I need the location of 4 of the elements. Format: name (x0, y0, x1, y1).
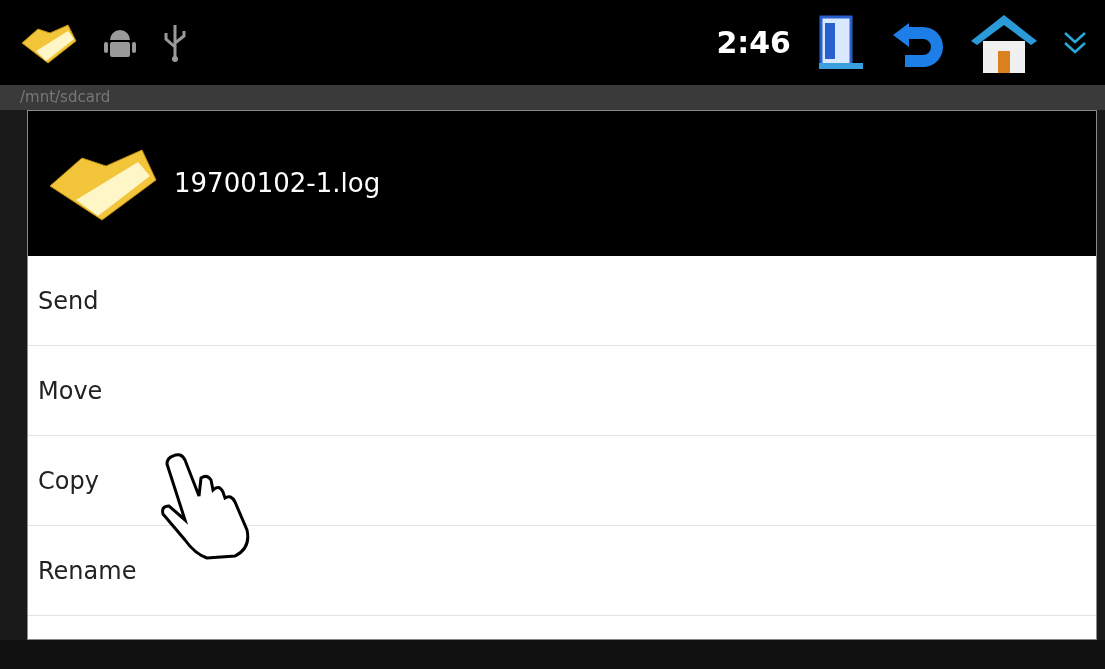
clock: 2:46 (716, 24, 791, 62)
folder-path: /mnt/sdcard (20, 88, 111, 106)
usb-icon (162, 22, 188, 63)
dialog-title: 19700102-1.log (174, 167, 381, 200)
